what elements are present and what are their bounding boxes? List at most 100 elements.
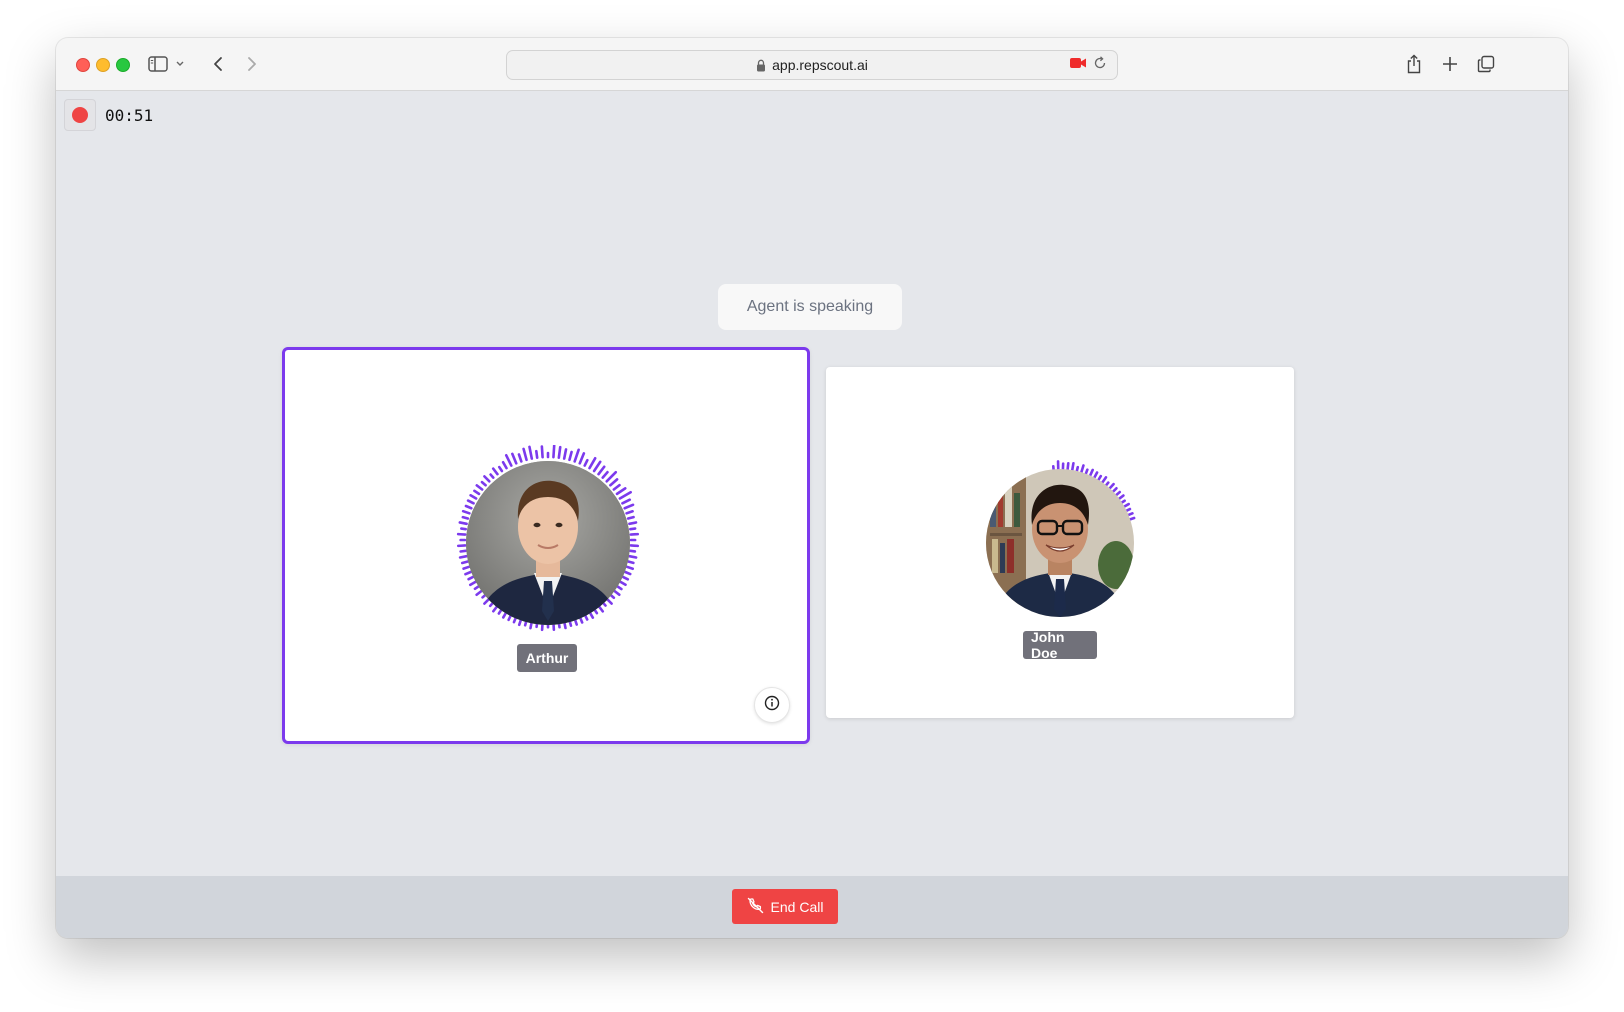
speaking-status: Agent is speaking	[718, 284, 902, 330]
record-dot-icon	[72, 107, 88, 123]
voice-activity-bar	[1108, 482, 1115, 490]
voice-activity-bar	[625, 509, 634, 515]
voice-activity-bar	[621, 575, 630, 581]
share-icon[interactable]	[1402, 52, 1426, 76]
voice-activity-bar	[628, 549, 637, 553]
voice-activity-bar	[618, 580, 627, 587]
voice-activity-bar	[588, 457, 597, 470]
voice-activity-bar	[568, 450, 573, 462]
browser-toolbar: app.repscout.ai	[56, 38, 1568, 91]
url-text: app.repscout.ai	[772, 57, 868, 73]
end-call-button[interactable]: End Call	[732, 889, 838, 924]
voice-activity-bar	[601, 470, 609, 479]
chevron-down-icon[interactable]	[172, 52, 188, 76]
voice-activity-bar	[605, 470, 618, 483]
voice-activity-bar	[460, 527, 468, 531]
end-call-label: End Call	[770, 898, 824, 915]
voice-activity-bar	[497, 465, 504, 473]
voice-activity-bar	[625, 565, 635, 571]
voice-activity-bar	[458, 554, 468, 559]
tabs-overview-icon[interactable]	[1474, 52, 1498, 76]
voice-activity-bar	[1127, 512, 1134, 517]
voice-activity-bar	[1088, 468, 1094, 477]
voice-activity-bar	[597, 465, 606, 476]
voice-activity-bar	[491, 467, 499, 476]
voice-activity-bar	[462, 565, 471, 570]
forward-icon[interactable]	[240, 52, 264, 76]
voice-activity-bar	[517, 453, 523, 463]
address-bar[interactable]: app.repscout.ai	[506, 50, 1118, 80]
record-button[interactable]	[64, 99, 96, 131]
voice-activity-bar	[562, 448, 568, 460]
voice-activity-bar	[535, 449, 539, 460]
voice-activity-bar	[626, 560, 635, 565]
voice-activity-bar	[540, 445, 544, 459]
browser-window: app.repscout.ai 00:51 Agent is speaking …	[56, 38, 1568, 938]
voice-activity-bar	[628, 521, 638, 526]
voice-activity-bar	[473, 489, 481, 496]
voice-activity-bar	[489, 473, 495, 479]
voice-activity-bar	[1125, 507, 1132, 512]
voice-activity-bar	[483, 475, 491, 483]
voice-activity-bar	[464, 504, 473, 510]
voice-activity-bar	[1123, 502, 1130, 508]
voice-activity-bar	[618, 490, 632, 500]
voice-activity-bar	[469, 494, 478, 500]
maximize-window-button[interactable]	[116, 58, 130, 72]
voice-activity-bar	[615, 584, 623, 591]
close-window-button[interactable]	[76, 58, 90, 72]
info-icon	[764, 695, 780, 716]
voice-activity-bar	[458, 521, 468, 526]
camera-recording-icon[interactable]	[1069, 56, 1087, 73]
minimize-window-button[interactable]	[96, 58, 110, 72]
participant-card-user[interactable]: John Doe	[826, 367, 1294, 718]
voice-activity-bar	[628, 527, 637, 531]
voice-activity-bar	[528, 445, 534, 460]
voice-activity-bar	[1117, 494, 1125, 500]
call-area: 00:51 Agent is speaking Arthur John Doe	[56, 91, 1568, 913]
voice-activity-bar	[612, 589, 621, 596]
participant-name-badge: Arthur	[517, 644, 577, 672]
lock-icon	[756, 59, 766, 72]
voice-activity-bar	[460, 560, 470, 565]
phone-off-icon	[747, 897, 764, 917]
voice-activity-bar	[557, 445, 562, 460]
voice-activity-bar	[573, 448, 580, 463]
voice-activity-bar	[628, 554, 638, 559]
voice-activity-bar	[1101, 476, 1108, 484]
voice-activity-bar	[461, 509, 471, 515]
voice-activity-bar	[623, 570, 632, 576]
avatar-arthur	[466, 461, 630, 625]
voice-activity-bar	[1115, 490, 1122, 497]
voice-activity-bar	[626, 515, 635, 520]
voice-activity-bar	[621, 498, 632, 505]
back-icon[interactable]	[206, 52, 230, 76]
voice-activity-bar	[461, 515, 470, 520]
voice-activity-bar	[578, 452, 586, 465]
voice-activity-bar	[475, 484, 484, 491]
call-controls: End Call	[56, 876, 1568, 938]
voice-activity-bar	[459, 549, 468, 553]
voice-activity-bar	[1128, 516, 1136, 521]
voice-activity-bar	[504, 453, 513, 467]
voice-activity-bar	[1080, 464, 1085, 474]
avatar-john-doe	[986, 469, 1134, 617]
voice-activity-bar	[1070, 461, 1075, 472]
sidebar-icon[interactable]	[146, 52, 170, 76]
voice-activity-bar	[511, 452, 518, 465]
voice-activity-bar	[466, 499, 475, 505]
voice-activity-bar	[612, 483, 621, 491]
participant-name-badge: John Doe	[1023, 629, 1097, 661]
voice-activity-bar	[583, 458, 589, 467]
voice-activity-bar	[522, 447, 528, 462]
voice-activity-bar	[609, 478, 619, 487]
voice-activity-bar	[552, 445, 556, 459]
recording-indicator: 00:51	[64, 99, 153, 131]
voice-activity-bar	[1111, 486, 1118, 493]
new-tab-icon[interactable]	[1438, 52, 1462, 76]
participant-card-agent[interactable]: Arthur	[282, 347, 810, 744]
reload-icon[interactable]	[1093, 56, 1107, 73]
recording-timer: 00:51	[105, 105, 154, 125]
info-button[interactable]	[754, 687, 790, 723]
voice-activity-bar	[480, 480, 487, 487]
